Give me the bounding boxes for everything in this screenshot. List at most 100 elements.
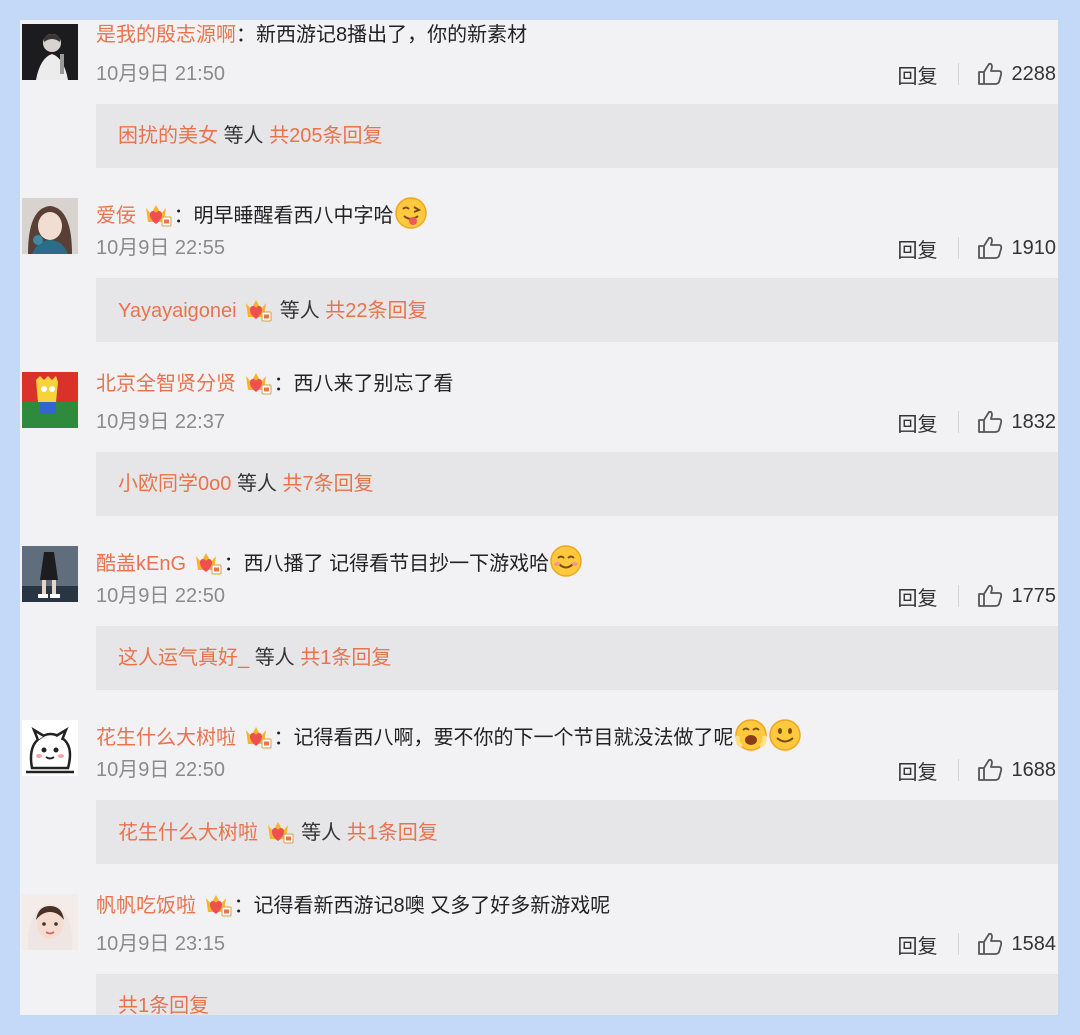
comment-text: ：西八播了 记得看节目抄一下游戏哈 <box>223 553 550 575</box>
comment-content: 酷盖kEnG ：西八播了 记得看节目抄一下游戏哈 <box>96 544 583 585</box>
divider <box>957 237 959 259</box>
crown-heart-badge-icon <box>265 819 295 852</box>
reply-total-link[interactable]: 共1条回复 <box>118 995 209 1015</box>
thumbs-up-icon <box>977 410 1002 433</box>
reply-button[interactable]: 回复 <box>898 60 938 89</box>
timestamp: 10月9日 22:50 <box>96 585 225 607</box>
reply-button[interactable]: 回复 <box>898 408 938 437</box>
username[interactable]: 帆帆吃饭啦 <box>96 895 196 917</box>
reply-others: 等人 <box>279 300 320 322</box>
thumbs-up-icon <box>977 932 1002 955</box>
comment-actions: 回复 1910 <box>898 234 1057 262</box>
like-button[interactable]: 1910 <box>977 236 1057 260</box>
comment-item: 花生什么大树啦 ：记得看西八啊，要不你的下一个节目就没法做了呢 10月9日 22… <box>20 716 1058 890</box>
comment-content: 北京全智贤分贤 ：西八来了别忘了看 <box>96 370 454 403</box>
thumbs-up-icon <box>977 62 1002 85</box>
crown-heart-badge-icon <box>243 370 273 403</box>
reply-total-link[interactable]: 共22条回复 <box>325 300 427 322</box>
crown-heart-badge-icon <box>193 550 223 583</box>
username[interactable]: 是我的殷志源啊 <box>96 24 236 46</box>
tongue-emoji-icon <box>394 196 428 237</box>
like-count: 1584 <box>1011 932 1057 955</box>
avatar[interactable] <box>22 720 78 776</box>
reply-others: 等人 <box>254 647 295 669</box>
timestamp: 10月9日 22:50 <box>96 759 225 781</box>
comment-text: ：记得看西八啊，要不你的下一个节目就没法做了呢 <box>273 727 734 749</box>
comment-item: 酷盖kEnG ：西八播了 记得看节目抄一下游戏哈 10月9日 22:50 回复 … <box>20 542 1058 716</box>
reply-summary[interactable]: 花生什么大树啦 等人 共1条回复 <box>96 800 1058 864</box>
comment-content: 花生什么大树啦 ：记得看西八啊，要不你的下一个节目就没法做了呢 <box>96 718 802 759</box>
reply-button[interactable]: 回复 <box>898 930 938 959</box>
scared-emoji-icon <box>734 718 768 759</box>
reply-username[interactable]: 花生什么大树啦 <box>118 822 258 844</box>
comment-content: 是我的殷志源啊：新西游记8播出了，你的新素材 <box>96 22 527 48</box>
avatar[interactable] <box>22 198 78 254</box>
reply-username[interactable]: 困扰的美女 <box>118 125 218 147</box>
comment-item: 北京全智贤分贤 ：西八来了别忘了看 10月9日 22:37 回复 1832 小欧… <box>20 368 1058 542</box>
reply-others: 等人 <box>236 473 277 495</box>
smile-emoji-icon <box>768 718 802 759</box>
like-button[interactable]: 1775 <box>977 584 1057 608</box>
crown-heart-badge-icon <box>143 202 173 235</box>
reply-total-link[interactable]: 共205条回复 <box>269 125 382 147</box>
divider <box>957 411 959 433</box>
avatar[interactable] <box>22 372 78 428</box>
reply-button[interactable]: 回复 <box>898 756 938 785</box>
divider <box>957 933 959 955</box>
thumbs-up-icon <box>977 236 1002 259</box>
like-button[interactable]: 2288 <box>977 62 1056 86</box>
thumbs-up-icon <box>977 584 1002 607</box>
comment-content: 帆帆吃饭啦 ：记得看新西游记8噢 又多了好多新游戏呢 <box>96 892 610 925</box>
crown-heart-badge-icon <box>243 297 273 330</box>
timestamp: 10月9日 21:50 <box>96 63 225 85</box>
avatar[interactable] <box>22 24 78 80</box>
like-count: 1832 <box>1011 410 1057 433</box>
thumbs-up-icon <box>977 758 1002 781</box>
crown-heart-badge-icon <box>243 724 273 757</box>
reply-others: 等人 <box>301 822 342 844</box>
reply-username[interactable]: Yayayaigonei <box>118 300 237 322</box>
crown-heart-badge-icon <box>203 892 233 925</box>
like-button[interactable]: 1832 <box>977 410 1057 434</box>
reply-total-link[interactable]: 共7条回复 <box>283 473 374 495</box>
like-count: 1910 <box>1011 236 1057 259</box>
avatar[interactable] <box>22 894 78 950</box>
like-button[interactable]: 1688 <box>977 758 1056 782</box>
comment-item: 爱佞 ：明早睡醒看西八中字哈 10月9日 22:55 回复 1910 Yayay… <box>20 194 1058 368</box>
divider <box>957 63 959 85</box>
timestamp: 10月9日 22:55 <box>96 237 225 259</box>
comment-list: 是我的殷志源啊：新西游记8播出了，你的新素材 10月9日 21:50 回复 22… <box>20 20 1058 1015</box>
username[interactable]: 北京全智贤分贤 <box>96 373 236 395</box>
comment-actions: 回复 1832 <box>898 408 1057 436</box>
reply-summary[interactable]: Yayayaigonei 等人 共22条回复 <box>96 278 1058 342</box>
reply-username[interactable]: 这人运气真好_ <box>118 647 249 669</box>
reply-summary[interactable]: 小欧同学0o0 等人 共7条回复 <box>96 452 1058 516</box>
reply-others: 等人 <box>223 125 264 147</box>
comment-actions: 回复 1688 <box>898 756 1057 784</box>
divider <box>957 585 959 607</box>
comment-actions: 回复 1584 <box>898 930 1057 958</box>
username[interactable]: 酷盖kEnG <box>96 553 186 575</box>
comment-item: 帆帆吃饭啦 ：记得看新西游记8噢 又多了好多新游戏呢 10月9日 23:15 回… <box>20 890 1058 1015</box>
reply-total-link[interactable]: 共1条回复 <box>300 647 391 669</box>
comment-text: ：明早睡醒看西八中字哈 <box>173 205 394 227</box>
reply-summary[interactable]: 共1条回复 <box>96 974 1058 1015</box>
comment-text: ：新西游记8播出了，你的新素材 <box>236 24 528 46</box>
smile-emoji-icon <box>549 544 583 585</box>
comment-actions: 回复 2288 <box>898 60 1057 88</box>
divider <box>957 759 959 781</box>
reply-summary[interactable]: 困扰的美女 等人 共205条回复 <box>96 104 1058 168</box>
reply-button[interactable]: 回复 <box>898 234 938 263</box>
like-count: 1775 <box>1011 584 1057 607</box>
avatar[interactable] <box>22 546 78 602</box>
reply-button[interactable]: 回复 <box>898 582 938 611</box>
username[interactable]: 花生什么大树啦 <box>96 727 236 749</box>
like-button[interactable]: 1584 <box>977 932 1057 956</box>
reply-total-link[interactable]: 共1条回复 <box>347 822 438 844</box>
comment-text: ：西八来了别忘了看 <box>273 373 454 395</box>
comment-content: 爱佞 ：明早睡醒看西八中字哈 <box>96 196 428 237</box>
comment-item: 是我的殷志源啊：新西游记8播出了，你的新素材 10月9日 21:50 回复 22… <box>20 20 1058 194</box>
username[interactable]: 爱佞 <box>96 205 136 227</box>
reply-summary[interactable]: 这人运气真好_ 等人 共1条回复 <box>96 626 1058 690</box>
reply-username[interactable]: 小欧同学0o0 <box>118 473 231 495</box>
